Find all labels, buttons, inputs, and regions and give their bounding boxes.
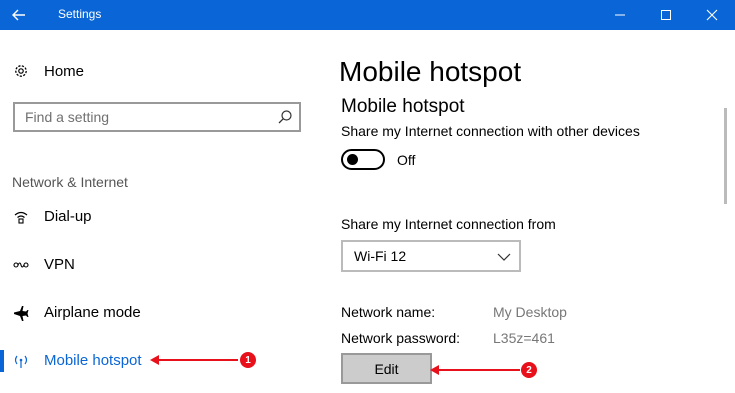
search-icon: [278, 110, 292, 124]
sidebar-item-mobile-hotspot[interactable]: Mobile hotspot: [0, 341, 320, 381]
home-label: Home: [44, 62, 85, 80]
back-arrow-icon: [12, 9, 25, 21]
active-indicator: [0, 350, 4, 372]
main-content: Mobile hotspot Mobile hotspot Share my I…: [320, 30, 735, 393]
window-title: Settings: [58, 7, 102, 21]
search-input[interactable]: Find a setting: [25, 109, 109, 125]
sidebar-item-label: Airplane mode: [44, 304, 141, 321]
annotation-badge-1: 1: [240, 352, 256, 368]
maximize-button[interactable]: [643, 0, 689, 30]
network-name-value: My Desktop: [493, 304, 567, 320]
chevron-down-icon: [497, 253, 511, 261]
gear-icon: [12, 62, 30, 80]
connection-value: Wi-Fi 12: [354, 248, 407, 264]
sidebar-item-airplane-mode[interactable]: Airplane mode: [0, 293, 320, 333]
hotspot-icon: [12, 352, 30, 370]
sidebar-item-label: VPN: [44, 256, 75, 273]
share-label: Share my Internet connection with other …: [341, 123, 640, 139]
sidebar-home[interactable]: Home: [12, 62, 84, 80]
scrollbar[interactable]: [724, 108, 727, 204]
toggle-state: Off: [397, 152, 416, 168]
sidebar-item-dial-up[interactable]: Dial-up: [0, 197, 320, 237]
network-password-label: Network password:: [341, 330, 461, 346]
group-label: Network & Internet: [12, 174, 128, 190]
annotation-badge-2: 2: [521, 362, 537, 378]
maximize-icon: [661, 10, 671, 20]
vpn-icon: [12, 256, 30, 274]
toggle-knob: [347, 154, 358, 165]
sidebar-item-label: Mobile hotspot: [44, 352, 142, 369]
close-icon: [706, 9, 718, 21]
edit-button[interactable]: Edit: [341, 353, 432, 384]
search-box[interactable]: Find a setting: [13, 102, 301, 132]
airplane-icon: [12, 304, 30, 322]
dialup-icon: [12, 208, 30, 226]
section-title: Mobile hotspot: [341, 96, 465, 117]
sidebar: Home Find a setting Network & Internet D…: [0, 30, 320, 393]
connection-select[interactable]: Wi-Fi 12: [341, 240, 521, 272]
page-title: Mobile hotspot: [339, 56, 522, 87]
sidebar-item-label: Dial-up: [44, 208, 92, 225]
back-button[interactable]: [8, 4, 30, 26]
hotspot-toggle[interactable]: [341, 149, 385, 170]
close-button[interactable]: [689, 0, 735, 30]
annotation-arrow-1: [158, 359, 238, 361]
minimize-icon: [615, 14, 625, 16]
network-name-label: Network name:: [341, 304, 436, 320]
title-bar: Settings: [0, 0, 735, 30]
network-password-value: L35z=461: [493, 330, 555, 346]
annotation-arrow-2: [438, 369, 520, 371]
share-from-label: Share my Internet connection from: [341, 216, 556, 232]
sidebar-item-vpn[interactable]: VPN: [0, 245, 320, 285]
minimize-button[interactable]: [597, 0, 643, 30]
